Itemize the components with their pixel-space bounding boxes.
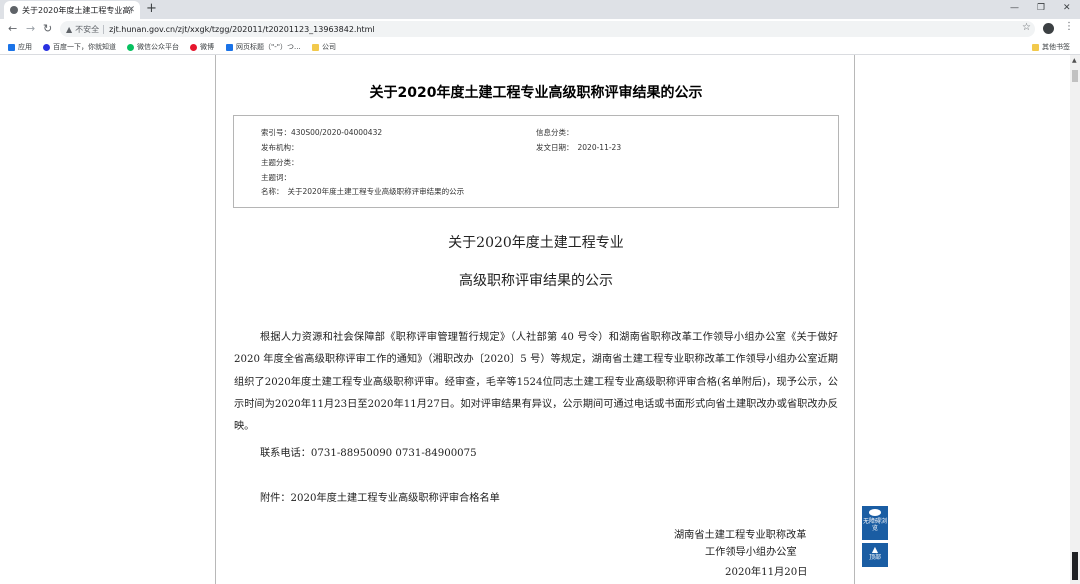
bookmark-baidu[interactable]: 百度一下，你就知道	[43, 42, 116, 52]
article-paragraph: 根据人力资源和社会保障部《职称评审管理暂行规定》（人社部第 40 号令）和湖南省…	[234, 332, 838, 433]
back-to-top-button[interactable]: ▲ 顶部	[862, 543, 888, 567]
browser-toolbar: ← → ↻ ▲ 不安全 zjt.hunan.gov.cn/zjt/xxgk/tz…	[0, 19, 1080, 39]
bookmark-company[interactable]: 公司	[312, 42, 336, 52]
other-bookmarks[interactable]: 其他书签	[1032, 42, 1070, 52]
meta-keywords: 主题词：	[261, 173, 291, 182]
bookmark-wechat[interactable]: 微信公众平台	[127, 42, 179, 52]
wechat-icon	[127, 43, 134, 51]
not-secure-label: 不安全	[75, 24, 100, 34]
profile-avatar-icon[interactable]	[1043, 23, 1054, 34]
signature-organization-line1: 湖南省土建工程专业职称改革	[674, 530, 807, 541]
meta-info-category: 信息分类：	[536, 128, 574, 137]
browser-menu-icon[interactable]: ⋮	[1064, 21, 1074, 32]
article-subtitle-line2: 高级职称评审结果的公示	[459, 273, 613, 289]
folder-icon	[1032, 43, 1039, 51]
meta-topic-category: 主题分类：	[261, 158, 299, 167]
bookmark-apps[interactable]: 应用	[8, 42, 32, 52]
forward-arrow-icon[interactable]: →	[26, 22, 35, 36]
folder-icon	[312, 43, 319, 51]
bookmark-label: 微信公众平台	[137, 43, 179, 51]
close-window-icon[interactable]: ✕	[1063, 2, 1071, 14]
bookmark-label: 百度一下，你就知道	[53, 43, 116, 51]
not-secure-warning-icon: ▲	[66, 24, 73, 34]
vertical-scrollbar[interactable]: ▲	[1070, 55, 1080, 584]
reload-icon[interactable]: ↻	[43, 22, 52, 36]
baidu-paw-icon	[43, 43, 50, 51]
page-viewport: 关于2020年度土建工程专业高级职称评审结果的公示 索引号：430S00/202…	[0, 55, 1070, 584]
other-bookmarks-label: 其他书签	[1042, 43, 1070, 51]
document-meta-box: 索引号：430S00/2020-04000432 信息分类： 发布机构： 发文日…	[233, 115, 839, 208]
scrollbar-marker	[1072, 552, 1078, 580]
scrollbar-thumb[interactable]	[1072, 70, 1078, 82]
weibo-icon	[190, 43, 197, 51]
article-container: 关于2020年度土建工程专业高级职称评审结果的公示 索引号：430S00/202…	[215, 55, 855, 584]
article-subtitle-line1: 关于2020年度土建工程专业	[448, 235, 624, 251]
close-tab-icon[interactable]: ✕	[127, 5, 135, 15]
tab-title: 关于2020年度土建工程专业高级职称评审结果的公示	[22, 5, 132, 15]
web-page-icon	[226, 43, 233, 51]
accessibility-browse-button[interactable]: 无障碍浏览	[862, 506, 888, 540]
bookmark-web-title[interactable]: 网页标题（"-"）つ...	[226, 42, 301, 52]
meta-date: 发文日期： 2020-11-23	[536, 143, 622, 152]
page-favicon-icon	[10, 6, 18, 14]
meta-index: 索引号：430S00/2020-04000432	[261, 128, 383, 137]
scroll-up-arrow-icon[interactable]: ▲	[1072, 57, 1077, 64]
page-title: 关于2020年度土建工程专业高级职称评审结果的公示	[369, 85, 703, 101]
browser-tab[interactable]: 关于2020年度土建工程专业高级职称评审结果的公示 ✕	[4, 1, 140, 19]
new-tab-button[interactable]: +	[146, 2, 157, 16]
contact-phone: 联系电话：0731-88950090 0731-84900075	[260, 448, 477, 459]
minimize-icon[interactable]: —	[1010, 2, 1019, 14]
meta-name: 名称： 关于2020年度土建工程专业高级职称评审结果的公示	[261, 187, 465, 196]
address-bar[interactable]: ▲ 不安全 zjt.hunan.gov.cn/zjt/xxgk/tzgg/202…	[60, 21, 1035, 37]
bookmark-label: 网页标题（"-"）つ...	[236, 43, 301, 51]
apps-grid-icon	[8, 43, 15, 51]
eye-icon	[869, 509, 881, 516]
accessibility-label: 无障碍浏览	[862, 518, 887, 532]
attachment-link[interactable]: 附件：2020年度土建工程专业高级职称评审合格名单	[260, 489, 500, 504]
bookmark-star-icon[interactable]: ☆	[1022, 22, 1031, 33]
browser-titlebar: 关于2020年度土建工程专业高级职称评审结果的公示 ✕ + — ❐ ✕	[0, 0, 1080, 19]
signature-date: 2020年11月20日	[725, 567, 808, 578]
bookmark-label: 公司	[322, 43, 336, 51]
omnibox-divider	[103, 24, 105, 34]
url-text: zjt.hunan.gov.cn/zjt/xxgk/tzgg/202011/t2…	[109, 24, 375, 34]
bookmark-label: 应用	[18, 43, 32, 51]
signature-organization-line2: 工作领导小组办公室	[705, 547, 797, 558]
back-to-top-label: 顶部	[868, 554, 881, 561]
bookmark-weibo[interactable]: 微博	[190, 42, 214, 52]
arrow-up-icon: ▲	[871, 545, 879, 554]
back-arrow-icon[interactable]: ←	[8, 22, 17, 36]
restore-icon[interactable]: ❐	[1037, 2, 1045, 14]
bookmarks-bar: 应用 百度一下，你就知道 微信公众平台 微博 网页标题（"-"）つ... 公司 …	[0, 39, 1080, 55]
bookmark-label: 微博	[200, 43, 214, 51]
meta-publisher: 发布机构：	[261, 143, 299, 152]
